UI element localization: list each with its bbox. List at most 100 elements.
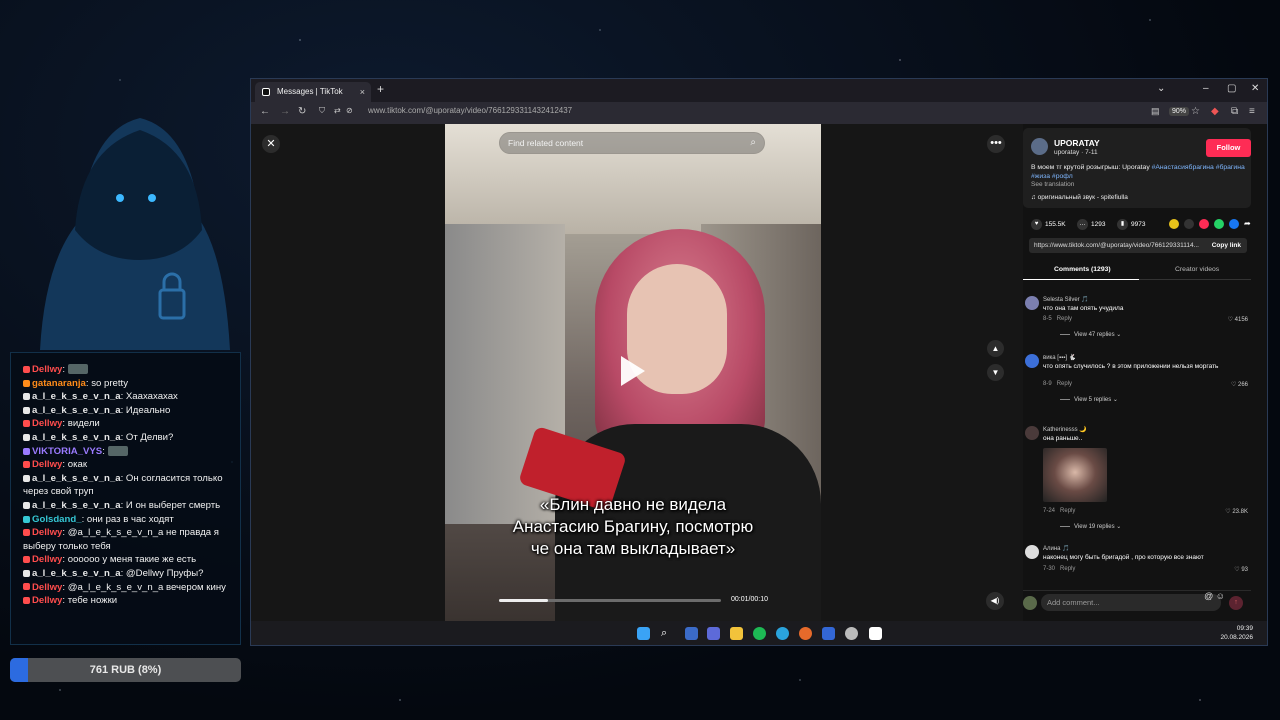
permissions-icon[interactable]: ⇄ xyxy=(334,106,341,115)
chat-username[interactable]: a_l_e_k_s_e_v_n_a xyxy=(32,500,121,511)
close-tab-icon[interactable]: × xyxy=(360,82,365,102)
emoji-icon[interactable]: ☺ xyxy=(1216,591,1225,601)
chat-username[interactable]: Dellwy xyxy=(32,582,62,593)
comment-like[interactable]: ♡ 266 xyxy=(1231,381,1248,388)
reader-view-icon[interactable]: ▤ xyxy=(1151,106,1160,117)
previous-video-icon[interactable]: ▲ xyxy=(987,340,1004,357)
chat-username[interactable]: a_l_e_k_s_e_v_n_a xyxy=(32,432,121,443)
tab-creator-videos[interactable]: Creator videos xyxy=(1175,266,1219,273)
view-replies-button[interactable]: View 19 replies ⌄ xyxy=(1060,523,1121,530)
view-replies-button[interactable]: View 5 replies ⌄ xyxy=(1060,396,1118,403)
send-to-friends-icon[interactable] xyxy=(1199,219,1209,229)
url-bar[interactable]: www.tiktok.com/@uporatay/video/766129331… xyxy=(368,106,572,115)
commenter-name[interactable]: вика [▪▪▪] 🐇 xyxy=(1043,354,1076,361)
extensions-puzzle-icon[interactable]: ⧉ xyxy=(1231,106,1238,117)
chat-username[interactable]: gatanaranja xyxy=(32,378,86,389)
close-video-icon[interactable]: ✕ xyxy=(262,135,280,153)
reload-icon[interactable]: ↻ xyxy=(298,106,306,117)
chat-username[interactable]: a_l_e_k_s_e_v_n_a xyxy=(32,473,121,484)
comment-stat[interactable]: … 1293 xyxy=(1077,219,1105,230)
video-progress-bar[interactable] xyxy=(499,599,721,602)
comment-like[interactable]: ♡ 4156 xyxy=(1228,316,1248,323)
chat-username[interactable]: Dellwy xyxy=(32,595,62,606)
save-stat[interactable]: ▮ 9973 xyxy=(1117,219,1145,230)
play-icon[interactable] xyxy=(621,356,645,386)
share-arrow-icon[interactable]: ➦ xyxy=(1244,219,1254,229)
like-stat[interactable]: ♥ 155.5K xyxy=(1031,219,1066,230)
commenter-name[interactable]: Selesta Silver 🎵 xyxy=(1043,296,1089,303)
bookmark-star-icon[interactable]: ☆ xyxy=(1191,106,1200,117)
author-name[interactable]: UPORATAY xyxy=(1054,138,1100,148)
media-blocked-icon[interactable]: ⊘ xyxy=(346,106,353,115)
follow-button[interactable]: Follow xyxy=(1206,139,1251,157)
extension-icon[interactable]: ◆ xyxy=(1211,106,1219,117)
telegram-icon[interactable] xyxy=(776,627,789,640)
commenter-avatar[interactable] xyxy=(1025,545,1039,559)
new-tab-button[interactable]: + xyxy=(377,82,384,96)
app-icon-1[interactable] xyxy=(685,627,698,640)
maximize-icon[interactable]: ▢ xyxy=(1227,83,1236,94)
app-icon-2[interactable] xyxy=(707,627,720,640)
sound-link[interactable]: ♫ оригинальный звук - spitefiulla xyxy=(1031,194,1128,201)
video-link-box[interactable]: https://www.tiktok.com/@uporatay/video/7… xyxy=(1029,238,1247,253)
video-player[interactable]: Find related content ⌕ «Блин давно не ви… xyxy=(445,124,821,621)
chat-username[interactable]: Dellwy xyxy=(32,527,62,538)
file-explorer-icon[interactable] xyxy=(730,627,743,640)
minimize-icon[interactable]: – xyxy=(1203,83,1209,94)
search-taskbar-icon[interactable]: ⌕ xyxy=(661,627,674,640)
tab-tiktok[interactable]: Messages | TikTok × xyxy=(255,82,371,102)
volume-icon[interactable]: ◀) xyxy=(986,592,1004,610)
shield-icon[interactable]: ⛉ xyxy=(319,106,325,116)
see-translation-link[interactable]: See translation xyxy=(1031,181,1074,188)
chat-username[interactable]: VIKTORIA_VYS xyxy=(32,446,102,457)
chat-username[interactable]: a_l_e_k_s_e_v_n_a xyxy=(32,405,121,416)
more-options-icon[interactable]: ••• xyxy=(987,135,1005,153)
zoom-level[interactable]: 90% xyxy=(1169,107,1190,116)
comment-image[interactable] xyxy=(1043,448,1107,502)
firefox-icon[interactable] xyxy=(799,627,812,640)
whatsapp-icon[interactable] xyxy=(1214,219,1224,229)
commenter-name[interactable]: Алина 🎵 xyxy=(1043,545,1070,552)
window-close-icon[interactable]: ✕ xyxy=(1251,83,1259,94)
app-icon-3[interactable] xyxy=(822,627,835,640)
view-replies-button[interactable]: View 47 replies ⌄ xyxy=(1060,331,1121,338)
embed-icon[interactable] xyxy=(1184,219,1194,229)
comment-like[interactable]: ♡ 23.8K xyxy=(1225,508,1248,515)
commenter-avatar[interactable] xyxy=(1025,426,1039,440)
start-icon[interactable] xyxy=(637,627,650,640)
chat-username[interactable]: Golsdand_ xyxy=(32,514,82,525)
app-icon-4[interactable] xyxy=(869,627,882,640)
reply-button[interactable]: Reply xyxy=(1057,316,1072,322)
spotify-icon[interactable] xyxy=(753,627,766,640)
commenter-avatar[interactable] xyxy=(1025,296,1039,310)
author-avatar[interactable] xyxy=(1031,138,1048,155)
forward-icon[interactable]: → xyxy=(280,106,290,117)
tab-list-icon[interactable]: ⌄ xyxy=(1157,83,1165,94)
commenter-avatar[interactable] xyxy=(1025,354,1039,368)
reply-button[interactable]: Reply xyxy=(1057,381,1072,387)
chat-username[interactable]: Dellwy xyxy=(32,418,62,429)
menu-icon[interactable]: ≡ xyxy=(1249,106,1255,117)
post-comment-icon[interactable]: ↑ xyxy=(1229,596,1243,610)
commenter-name[interactable]: Katherinesss 🌙 xyxy=(1043,426,1087,433)
system-clock[interactable]: 09:39 20.08.2026 xyxy=(1220,624,1253,642)
copy-link-button[interactable]: Copy link xyxy=(1207,238,1241,253)
coin-icon[interactable] xyxy=(1169,219,1179,229)
reply-button[interactable]: Reply xyxy=(1060,566,1075,572)
chat-username[interactable]: Dellwy xyxy=(32,459,62,470)
find-related-search[interactable]: Find related content ⌕ xyxy=(499,132,765,154)
tab-comments[interactable]: Comments (1293) xyxy=(1054,266,1111,273)
obs-icon[interactable] xyxy=(845,627,858,640)
chat-username[interactable]: a_l_e_k_s_e_v_n_a xyxy=(32,391,121,402)
reply-button[interactable]: Reply xyxy=(1060,508,1075,514)
chat-username[interactable]: Dellwy xyxy=(32,554,62,565)
mention-icon[interactable]: @ xyxy=(1204,591,1213,601)
comment-like[interactable]: ♡ 93 xyxy=(1234,566,1248,573)
chat-username[interactable]: a_l_e_k_s_e_v_n_a xyxy=(32,568,121,579)
next-video-icon[interactable]: ▼ xyxy=(987,364,1004,381)
add-comment-input[interactable]: Add comment... xyxy=(1041,594,1221,611)
chat-username[interactable]: Dellwy xyxy=(32,364,62,375)
facebook-icon[interactable] xyxy=(1229,219,1239,229)
search-icon[interactable]: ⌕ xyxy=(750,133,756,153)
back-icon[interactable]: ← xyxy=(260,106,270,117)
